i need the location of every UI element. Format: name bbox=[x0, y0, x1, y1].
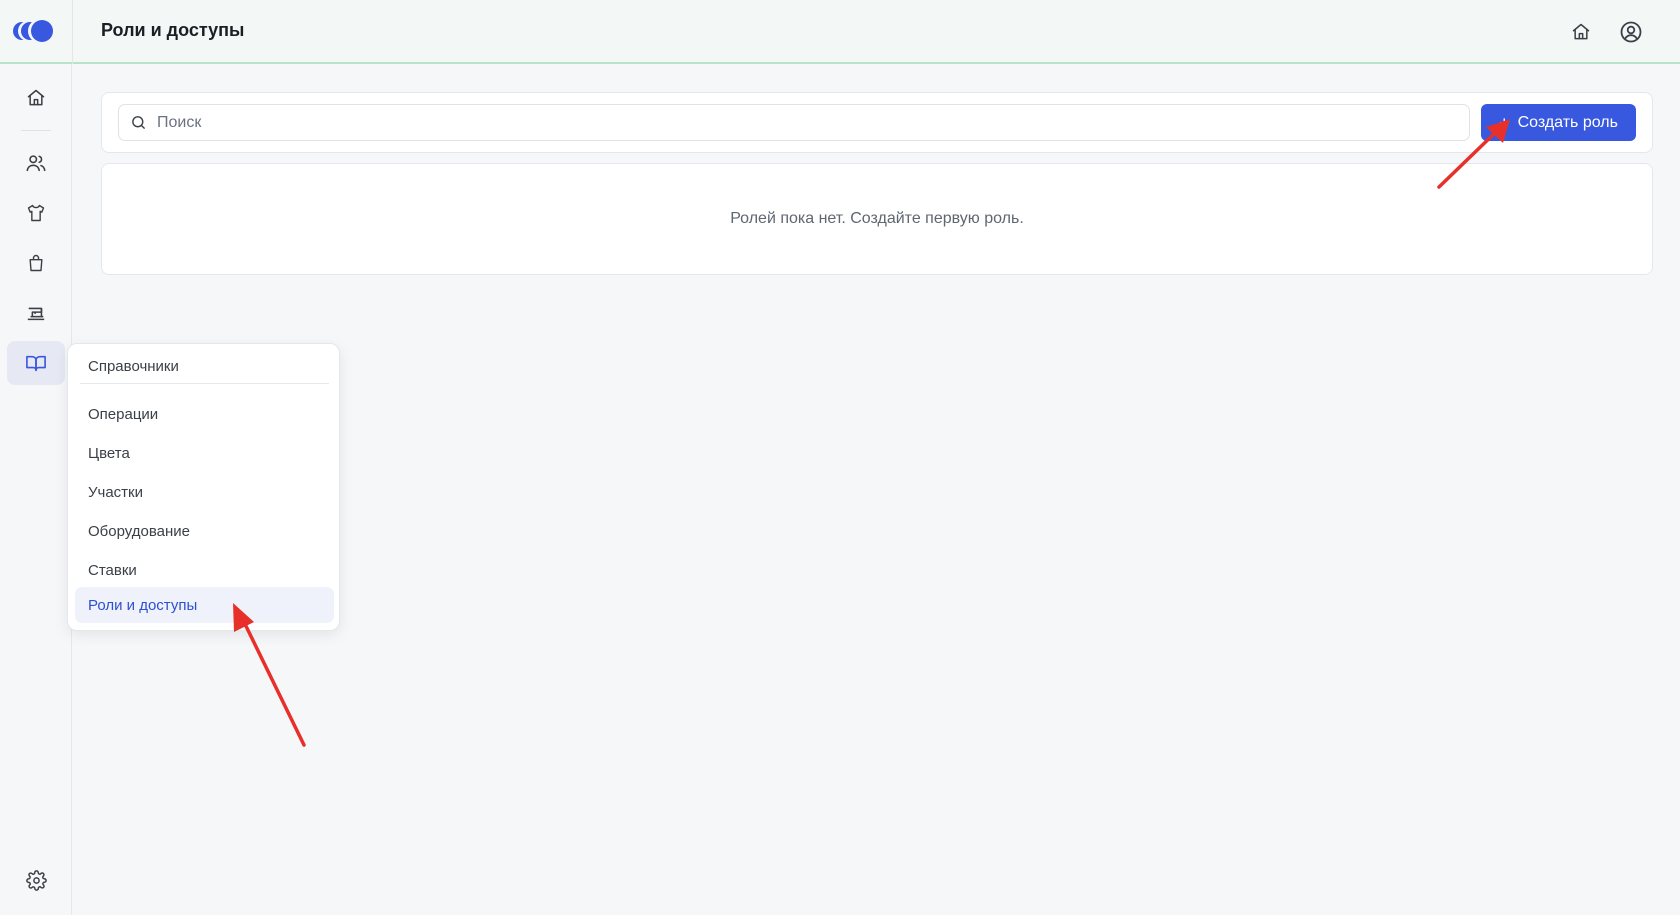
book-open-icon bbox=[26, 355, 46, 372]
search-field[interactable] bbox=[118, 104, 1470, 141]
sidebar-separator bbox=[21, 130, 51, 131]
menu-item-equipment[interactable]: Оборудование bbox=[75, 513, 334, 549]
sewing-machine-icon bbox=[27, 307, 45, 321]
create-role-button[interactable]: + Создать роль bbox=[1481, 104, 1636, 141]
menu-item-rates[interactable]: Ставки bbox=[75, 552, 334, 588]
page-title: Роли и доступы bbox=[101, 20, 245, 40]
references-menu: Справочники Операции Цвета Участки Обору… bbox=[67, 343, 340, 631]
menu-item-colors[interactable]: Цвета bbox=[75, 435, 334, 471]
logo-icon bbox=[13, 19, 53, 43]
menu-item-roles-access[interactable]: Роли и доступы bbox=[75, 587, 334, 623]
topbar-divider bbox=[72, 0, 73, 64]
home-icon bbox=[27, 89, 45, 106]
plus-icon: + bbox=[1499, 112, 1510, 133]
shirt-icon bbox=[27, 204, 45, 222]
roles-list-empty: Ролей пока нет. Создайте первую роль. bbox=[101, 163, 1653, 275]
sidebar-item-home[interactable] bbox=[7, 76, 65, 120]
sidebar-item-production[interactable] bbox=[7, 291, 65, 335]
search-toolbar: + Создать роль bbox=[101, 92, 1653, 153]
sidebar bbox=[0, 64, 72, 915]
create-role-label: Создать роль bbox=[1517, 113, 1618, 131]
sidebar-item-users[interactable] bbox=[7, 141, 65, 185]
user-profile-button[interactable] bbox=[1617, 18, 1645, 46]
home-icon bbox=[1572, 23, 1590, 40]
sidebar-item-orders[interactable] bbox=[7, 241, 65, 285]
gear-icon bbox=[25, 869, 47, 891]
shopping-bag-icon bbox=[29, 254, 43, 272]
sidebar-item-settings[interactable] bbox=[7, 858, 65, 902]
app-logo[interactable] bbox=[12, 14, 56, 48]
user-circle-icon bbox=[1620, 21, 1642, 43]
menu-item-operations[interactable]: Операции bbox=[75, 396, 334, 432]
sidebar-item-references[interactable] bbox=[7, 341, 65, 385]
users-icon bbox=[26, 155, 46, 172]
sidebar-item-clothing[interactable] bbox=[7, 191, 65, 235]
top-bar: Роли и доступы bbox=[0, 0, 1680, 64]
search-icon bbox=[119, 104, 157, 141]
menu-header: Справочники bbox=[80, 358, 329, 384]
app-root: Роли и доступы Поиск + Создать роль Роле… bbox=[0, 0, 1680, 915]
empty-state-text: Ролей пока нет. Создайте первую роль. bbox=[730, 210, 1024, 227]
top-home-button[interactable] bbox=[1567, 18, 1595, 46]
menu-item-areas[interactable]: Участки bbox=[75, 474, 334, 510]
search-input[interactable] bbox=[157, 105, 1457, 140]
